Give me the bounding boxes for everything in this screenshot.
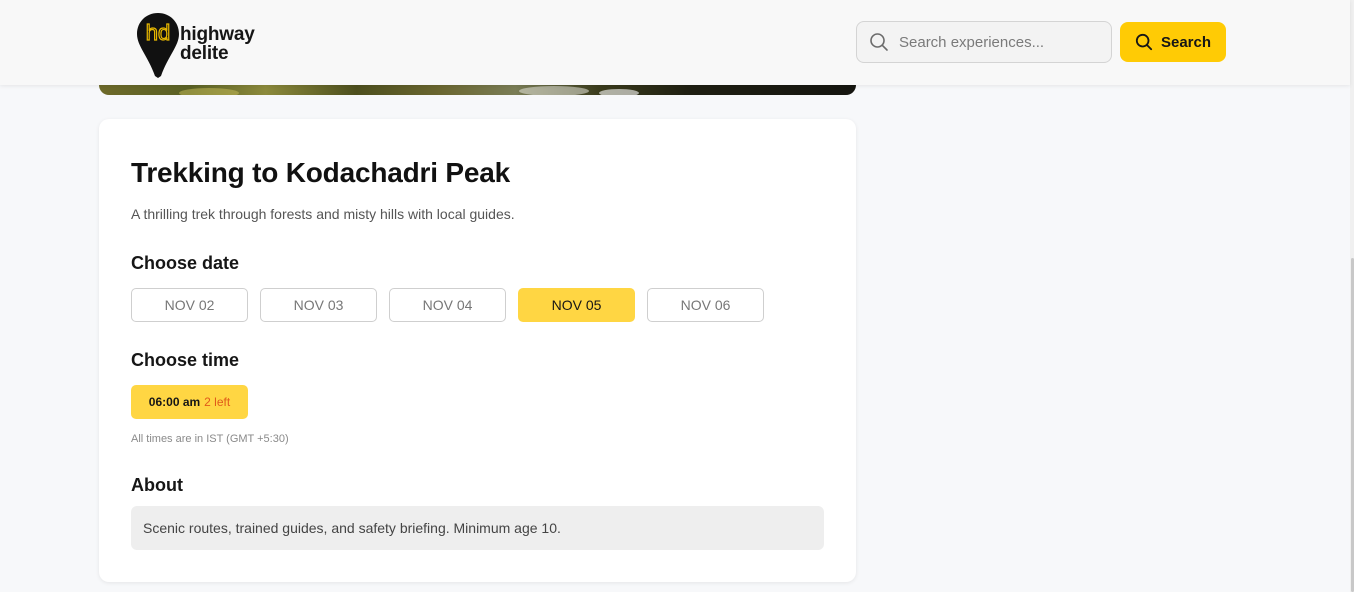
timezone-note: All times are in IST (GMT +5:30) xyxy=(131,433,289,445)
highway-delite-logo[interactable]: hd highway delite xyxy=(136,12,276,80)
time-slot-time: 06:00 am xyxy=(148,395,201,409)
about-heading: About xyxy=(131,475,183,495)
date-option[interactable]: NOV 02 xyxy=(131,288,248,322)
top-header: hd highway delite Search xyxy=(0,0,1350,85)
logo-line-1: highway xyxy=(180,24,255,45)
date-options: NOV 02 NOV 03 NOV 04 NOV 05 NOV 06 xyxy=(131,288,764,322)
time-slot-availability: 2 left xyxy=(204,395,231,409)
date-option[interactable]: NOV 06 xyxy=(647,288,764,322)
choose-time-heading: Choose time xyxy=(131,350,240,370)
experience-details-card: Trekking to Kodachadri Peak A thrilling … xyxy=(99,119,856,582)
search-icon xyxy=(1135,33,1153,51)
search-icon xyxy=(870,33,888,51)
logo-pin-icon: hd xyxy=(137,13,179,78)
time-slot-option[interactable]: 06:00 am 2 left xyxy=(131,385,248,419)
date-option[interactable]: NOV 03 xyxy=(260,288,377,322)
search-button[interactable]: Search xyxy=(1120,22,1226,62)
about-text: Scenic routes, trained guides, and safet… xyxy=(131,506,824,550)
logo-line-2: delite xyxy=(180,43,229,64)
choose-date-heading: Choose date xyxy=(131,253,240,273)
search-field[interactable] xyxy=(856,21,1112,63)
search-input[interactable] xyxy=(899,33,1099,51)
experience-description: A thrilling trek through forests and mis… xyxy=(131,206,515,222)
experience-title: Trekking to Kodachadri Peak xyxy=(131,157,510,188)
date-option[interactable]: NOV 04 xyxy=(389,288,506,322)
date-option-selected[interactable]: NOV 05 xyxy=(518,288,635,322)
svg-text:hd: hd xyxy=(146,20,170,45)
search-button-label: Search xyxy=(1160,33,1212,51)
logo-wordmark: highway delite xyxy=(180,25,255,63)
